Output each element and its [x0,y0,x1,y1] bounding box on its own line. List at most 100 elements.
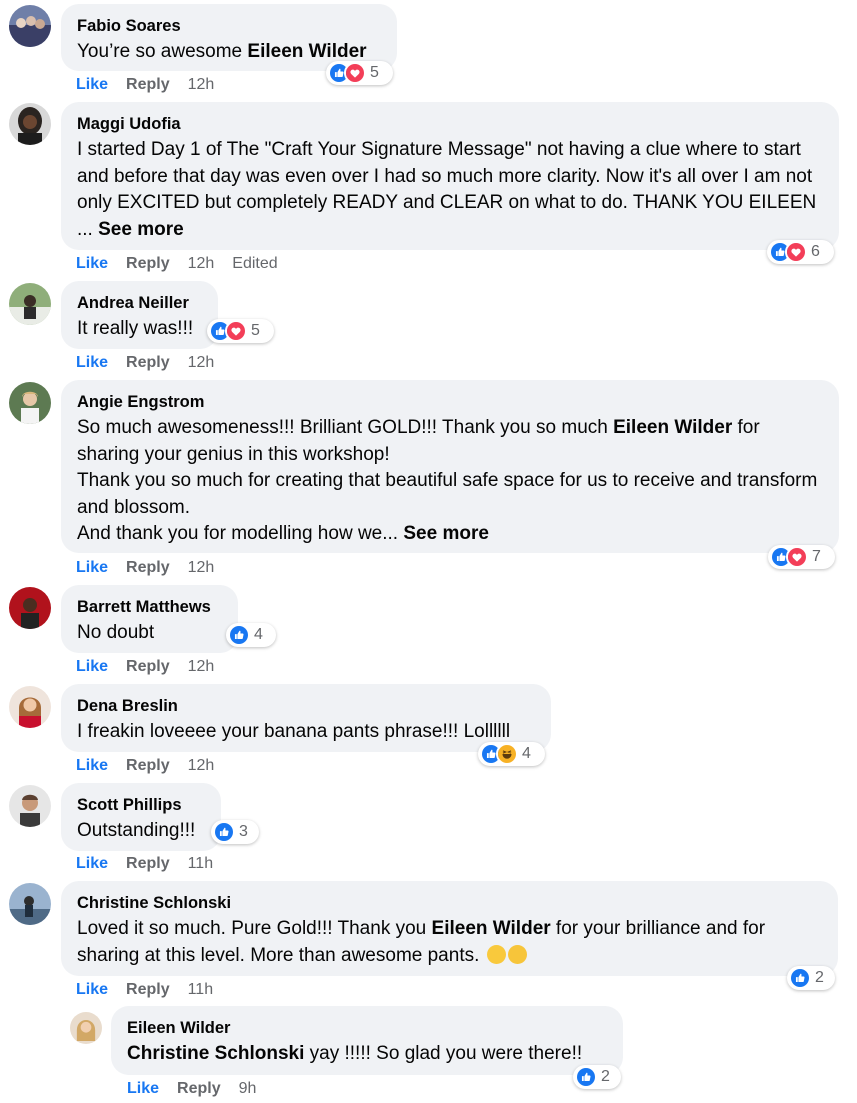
like-button[interactable]: Like [76,354,108,371]
like-icon [213,821,235,843]
timestamp[interactable]: 12h [188,757,215,774]
comment-text: Thank you so much for creating that beau… [77,470,818,518]
reaction-summary[interactable]: 5 [326,61,393,85]
mention-link[interactable]: Eileen Wilder [613,417,732,438]
avatar[interactable] [9,686,51,728]
comment-text: It really was!!! [77,318,194,339]
mention-link[interactable]: Eileen Wilder [247,41,366,62]
comment-text: No doubt [77,622,155,643]
comment-author[interactable]: Christine Schlonski [77,893,822,913]
comment-text: And thank you for modelling how we... Se… [77,523,489,544]
comment-actions: Like Reply 12h [76,558,232,578]
like-icon [575,1066,597,1088]
comment-actions: Like Reply 9h [127,1079,274,1099]
comment-actions: Like Reply 12h [76,75,232,95]
reply-button[interactable]: Reply [126,255,170,272]
comment-text: Outstanding!!! [77,820,196,841]
comment-bubble: Eileen Wilder Christine Schlonski yay !!… [111,1006,623,1075]
avatar[interactable] [9,587,51,629]
reply-button[interactable]: Reply [126,855,170,872]
edited-label[interactable]: Edited [232,255,277,272]
reply-button[interactable]: Reply [126,354,170,371]
comment-actions: Like Reply 11h [76,854,231,874]
reply-button[interactable]: Reply [126,757,170,774]
reaction-count: 3 [239,823,248,840]
comment-bubble: Christine Schlonski Loved it so much. Pu… [61,881,838,976]
like-button[interactable]: Like [76,855,108,872]
comment-bubble: Andrea Neiller It really was!!! [61,281,218,349]
comment-actions: Like Reply 12h [76,657,232,677]
reaction-summary[interactable]: 4 [478,742,545,766]
winking-face-emoji-icon [507,944,527,964]
comment-author[interactable]: Fabio Soares [77,16,381,36]
reaction-count: 4 [254,626,263,643]
timestamp[interactable]: 11h [188,981,214,998]
avatar[interactable] [9,382,51,424]
reaction-summary[interactable]: 5 [207,319,274,343]
timestamp[interactable]: 12h [188,354,215,371]
love-icon [225,320,247,342]
like-button[interactable]: Like [76,559,108,576]
avatar[interactable] [9,103,51,145]
avatar[interactable] [9,785,51,827]
avatar[interactable] [9,883,51,925]
comment-author[interactable]: Angie Engstrom [77,392,823,412]
like-button[interactable]: Like [76,658,108,675]
timestamp[interactable]: 11h [188,855,214,872]
comment-author[interactable]: Barrett Matthews [77,597,222,617]
like-icon [789,967,811,989]
like-button[interactable]: Like [76,76,108,93]
comment-actions: Like Reply 11h [76,980,231,1000]
comment-text: Loved it so much. Pure Gold!!! Thank you… [77,918,766,966]
see-more-link[interactable]: See more [403,523,489,544]
comment-text: I started Day 1 of The "Craft Your Signa… [77,139,817,240]
like-button[interactable]: Like [127,1080,159,1097]
reply-button[interactable]: Reply [126,658,170,675]
reaction-summary[interactable]: 4 [226,623,276,647]
comment-text: I freakin loveeee your banana pants phra… [77,721,511,742]
comment-text: So much awesomeness!!! Brilliant GOLD!!!… [77,417,760,465]
reaction-summary[interactable]: 6 [767,240,834,264]
mention-link[interactable]: Christine Schlonski [127,1043,304,1064]
comment-bubble: Scott Phillips Outstanding!!! [61,783,221,851]
comment-author[interactable]: Scott Phillips [77,795,205,815]
comment-actions: Like Reply 12h [76,353,232,373]
comment-actions: Like Reply 12h [76,756,232,776]
reaction-count: 2 [601,1068,610,1085]
comment-actions: Like Reply 12h Edited [76,254,296,274]
reaction-summary[interactable]: 7 [768,545,835,569]
timestamp[interactable]: 12h [188,559,215,576]
like-button[interactable]: Like [76,255,108,272]
timestamp[interactable]: 12h [188,255,215,272]
comment-author[interactable]: Maggi Udofia [77,114,823,134]
timestamp[interactable]: 12h [188,76,215,93]
avatar[interactable] [9,283,51,325]
like-button[interactable]: Like [76,757,108,774]
raising-hands-emoji-icon [486,944,506,964]
reply-button[interactable]: Reply [126,559,170,576]
reaction-count: 6 [811,243,820,260]
love-icon [785,241,807,263]
see-more-link[interactable]: See more [98,219,184,240]
reply-button[interactable]: Reply [126,76,170,93]
mention-link[interactable]: Eileen Wilder [432,918,551,939]
reply-button[interactable]: Reply [126,981,170,998]
reaction-summary[interactable]: 2 [573,1065,621,1089]
love-icon [786,546,808,568]
timestamp[interactable]: 9h [239,1080,257,1097]
comment-bubble: Angie Engstrom So much awesomeness!!! Br… [61,380,839,553]
reply-button[interactable]: Reply [177,1080,221,1097]
comment-author[interactable]: Dena Breslin [77,696,535,716]
reaction-summary[interactable]: 2 [787,966,835,990]
timestamp[interactable]: 12h [188,658,215,675]
comment-bubble: Dena Breslin I freakin loveeee your bana… [61,684,551,752]
comment-author[interactable]: Andrea Neiller [77,293,202,313]
like-icon [228,624,250,646]
like-button[interactable]: Like [76,981,108,998]
reaction-summary[interactable]: 3 [211,820,259,844]
comment-author[interactable]: Eileen Wilder [127,1018,607,1038]
reaction-count: 5 [251,322,260,339]
avatar[interactable] [9,5,51,47]
avatar[interactable] [70,1012,102,1044]
reaction-count: 5 [370,64,379,81]
